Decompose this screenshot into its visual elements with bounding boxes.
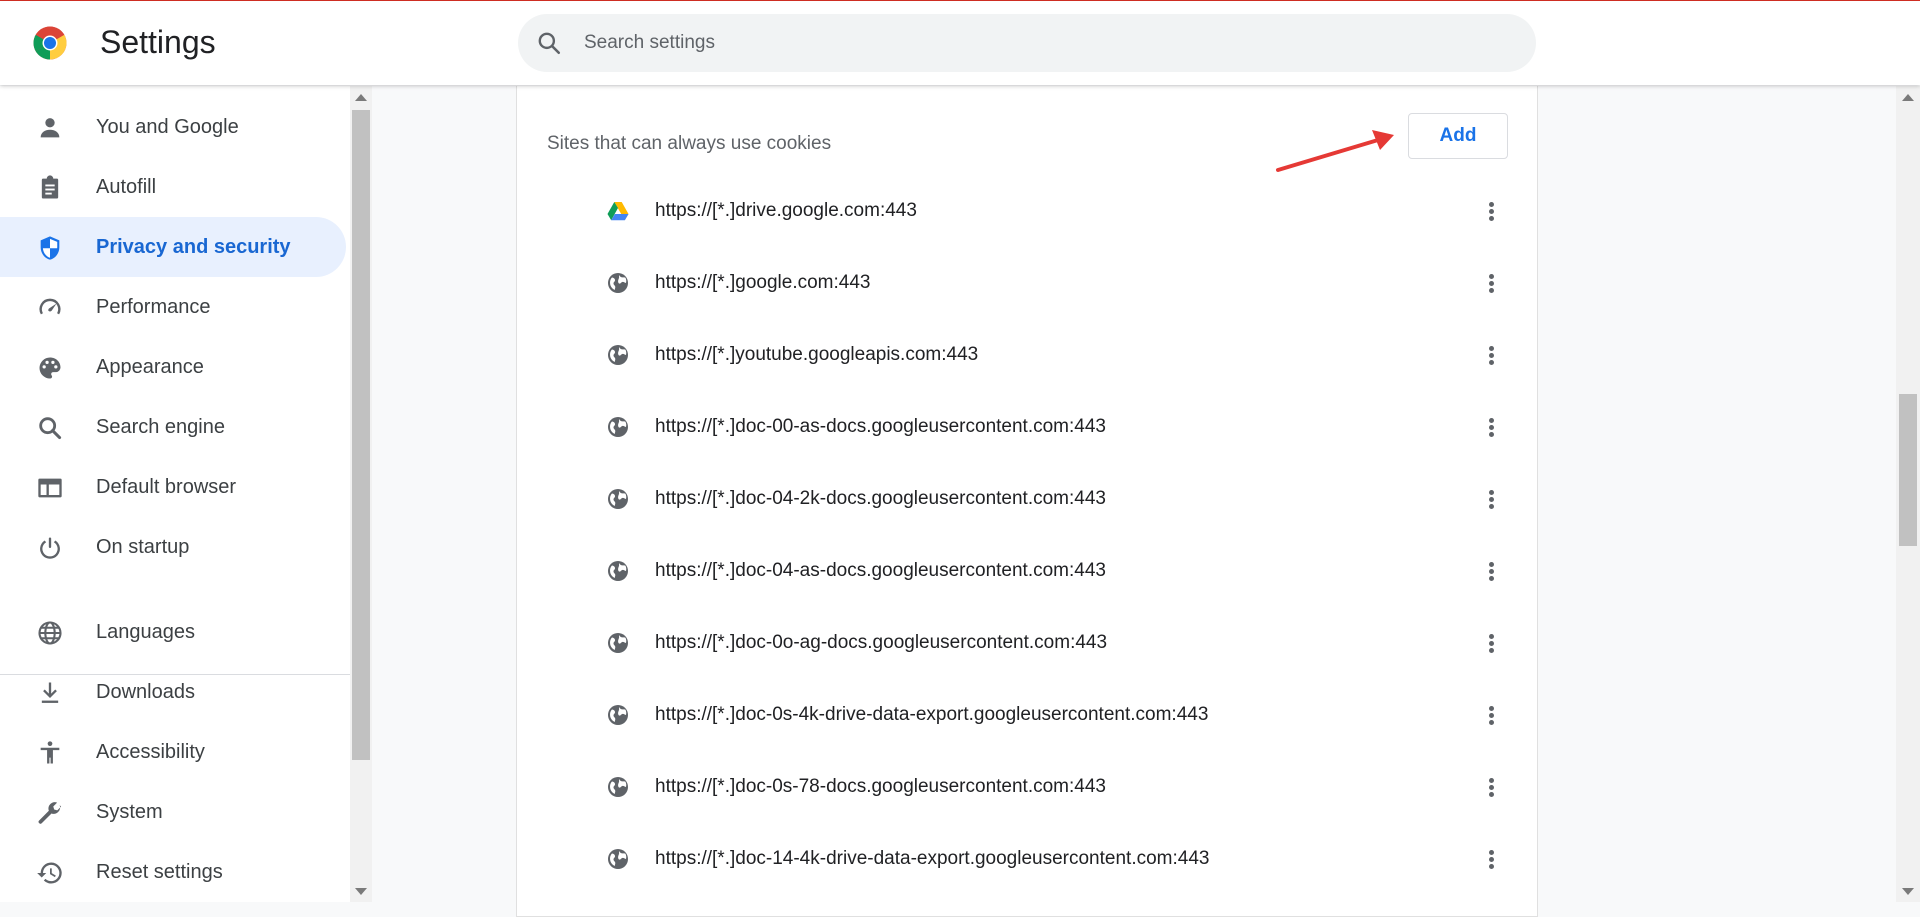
globe-icon [38, 621, 62, 645]
sidebar-item-label: Search engine [96, 416, 225, 438]
site-row: https://[*.]doc-0o-ag-docs.googleusercon… [516, 607, 1536, 679]
main-scrollbar-thumb[interactable] [1899, 394, 1917, 546]
sidebar-item-languages[interactable]: Languages [0, 602, 346, 662]
site-row: https://[*.]doc-0s-78-docs.googleusercon… [516, 751, 1536, 823]
site-url: https://[*.]doc-0s-4k-drive-data-export.… [655, 704, 1209, 725]
more-actions-icon[interactable] [1472, 767, 1512, 807]
sidebar-item-performance[interactable]: Performance [0, 277, 346, 337]
globe-icon [608, 633, 628, 653]
download-icon [41, 682, 59, 703]
search-icon [538, 32, 561, 55]
site-url: https://[*.]drive.google.com:443 [655, 200, 917, 221]
globe-icon [608, 849, 628, 869]
main-scrollbar[interactable] [1896, 86, 1920, 902]
person-icon [40, 118, 60, 138]
site-row: https://[*.]doc-00-as-docs.googleusercon… [516, 391, 1536, 463]
sidebar-item-label: Accessibility [96, 741, 205, 763]
more-actions-icon[interactable] [1472, 263, 1512, 303]
sidebar-item-reset-settings[interactable]: Reset settings [0, 842, 346, 902]
clipboard-icon [41, 175, 59, 199]
site-row: https://[*.]doc-0s-4k-drive-data-export.… [516, 679, 1536, 751]
site-row: https://[*.]doc-04-2k-docs.googleusercon… [516, 463, 1536, 535]
more-actions-icon[interactable] [1472, 479, 1512, 519]
sidebar-item-default-browser[interactable]: Default browser [0, 457, 346, 517]
site-url: https://[*.]google.com:443 [655, 272, 871, 293]
browser-window-icon [38, 478, 62, 498]
sidebar-item-label: Default browser [96, 476, 237, 498]
shield-icon [40, 236, 60, 260]
sidebar-item-label: Autofill [96, 176, 157, 198]
palette-icon [39, 357, 61, 379]
annotation-arrow-icon [1276, 130, 1394, 172]
sidebar-scrollbar-thumb[interactable] [352, 110, 370, 760]
site-row: https://[*.]youtube.googleapis.com:443 [516, 319, 1536, 391]
sidebar-item-label: Downloads [96, 681, 195, 703]
sidebar-item-on-startup[interactable]: On startup [0, 517, 346, 577]
sidebar-item-privacy-and-security[interactable]: Privacy and security [0, 217, 346, 277]
globe-icon [608, 489, 628, 509]
site-url: https://[*.]doc-04-2k-docs.googleusercon… [655, 488, 1106, 509]
more-actions-icon[interactable] [1472, 335, 1512, 375]
globe-icon [608, 273, 628, 293]
more-actions-icon[interactable] [1472, 839, 1512, 879]
site-url: https://[*.]doc-00-as-docs.googleusercon… [655, 416, 1106, 437]
google-drive-icon [607, 202, 629, 221]
sidebar-item-label: You and Google [96, 116, 239, 138]
sidebar-item-accessibility[interactable]: Accessibility [0, 722, 346, 782]
sidebar-item-system[interactable]: System [0, 782, 346, 842]
sidebar-scrollbar[interactable] [350, 86, 372, 902]
sidebar-item-downloads[interactable]: Downloads [0, 662, 346, 722]
chrome-logo-icon [33, 26, 67, 60]
power-icon [40, 537, 60, 559]
accessibility-icon [40, 741, 60, 764]
speedometer-icon [39, 298, 61, 315]
site-row: https://[*.]doc-14-4k-drive-data-export.… [516, 823, 1536, 895]
sidebar-item-label: System [96, 801, 163, 823]
site-row: https://[*.]drive.google.com:443 [516, 175, 1536, 247]
more-actions-icon[interactable] [1472, 191, 1512, 231]
site-url: https://[*.]doc-14-4k-drive-data-export.… [655, 848, 1210, 869]
globe-icon [608, 705, 628, 725]
site-row: https://[*.]doc-04-as-docs.googleusercon… [516, 535, 1536, 607]
settings-header: Settings [0, 1, 1920, 85]
globe-icon [608, 345, 628, 365]
scroll-down-arrow-icon[interactable] [1902, 888, 1914, 895]
sidebar-item-label: Languages [96, 621, 195, 643]
scroll-up-arrow-icon[interactable] [355, 94, 367, 101]
more-actions-icon[interactable] [1472, 551, 1512, 591]
search-input[interactable] [584, 14, 1504, 72]
search-icon [39, 417, 62, 440]
more-actions-icon[interactable] [1472, 407, 1512, 447]
sidebar-item-label: On startup [96, 536, 190, 558]
scroll-down-arrow-icon[interactable] [355, 888, 367, 895]
page-title: Settings [100, 24, 216, 60]
site-url: https://[*.]youtube.googleapis.com:443 [655, 344, 979, 365]
sidebar-item-autofill[interactable]: Autofill [0, 157, 346, 217]
scroll-up-arrow-icon[interactable] [1902, 94, 1914, 101]
search-box[interactable] [518, 14, 1536, 72]
sidebar-item-label: Reset settings [96, 861, 223, 883]
globe-icon [608, 777, 628, 797]
globe-icon [608, 417, 628, 437]
sidebar-item-you-and-google[interactable]: You and Google [0, 97, 346, 157]
sidebar: You and Google Autofill Privacy and secu… [0, 86, 350, 902]
globe-icon [608, 561, 628, 581]
sidebar-item-label: Appearance [96, 356, 204, 378]
site-url: https://[*.]doc-04-as-docs.googleusercon… [655, 560, 1106, 581]
wrench-icon [38, 802, 62, 824]
sidebar-item-label: Performance [96, 296, 211, 318]
sidebar-item-appearance[interactable]: Appearance [0, 337, 346, 397]
site-url: https://[*.]doc-0s-78-docs.googleusercon… [655, 776, 1106, 797]
restore-icon [37, 862, 62, 884]
site-url: https://[*.]doc-0o-ag-docs.googleusercon… [655, 632, 1108, 653]
more-actions-icon[interactable] [1472, 695, 1512, 735]
add-site-button[interactable]: Add [1408, 113, 1508, 159]
sidebar-item-search-engine[interactable]: Search engine [0, 397, 346, 457]
more-actions-icon[interactable] [1472, 623, 1512, 663]
sidebar-item-label: Privacy and security [96, 236, 291, 258]
site-row: https://[*.]google.com:443 [516, 247, 1536, 319]
section-label-allowed-sites: Sites that can always use cookies [547, 133, 832, 154]
